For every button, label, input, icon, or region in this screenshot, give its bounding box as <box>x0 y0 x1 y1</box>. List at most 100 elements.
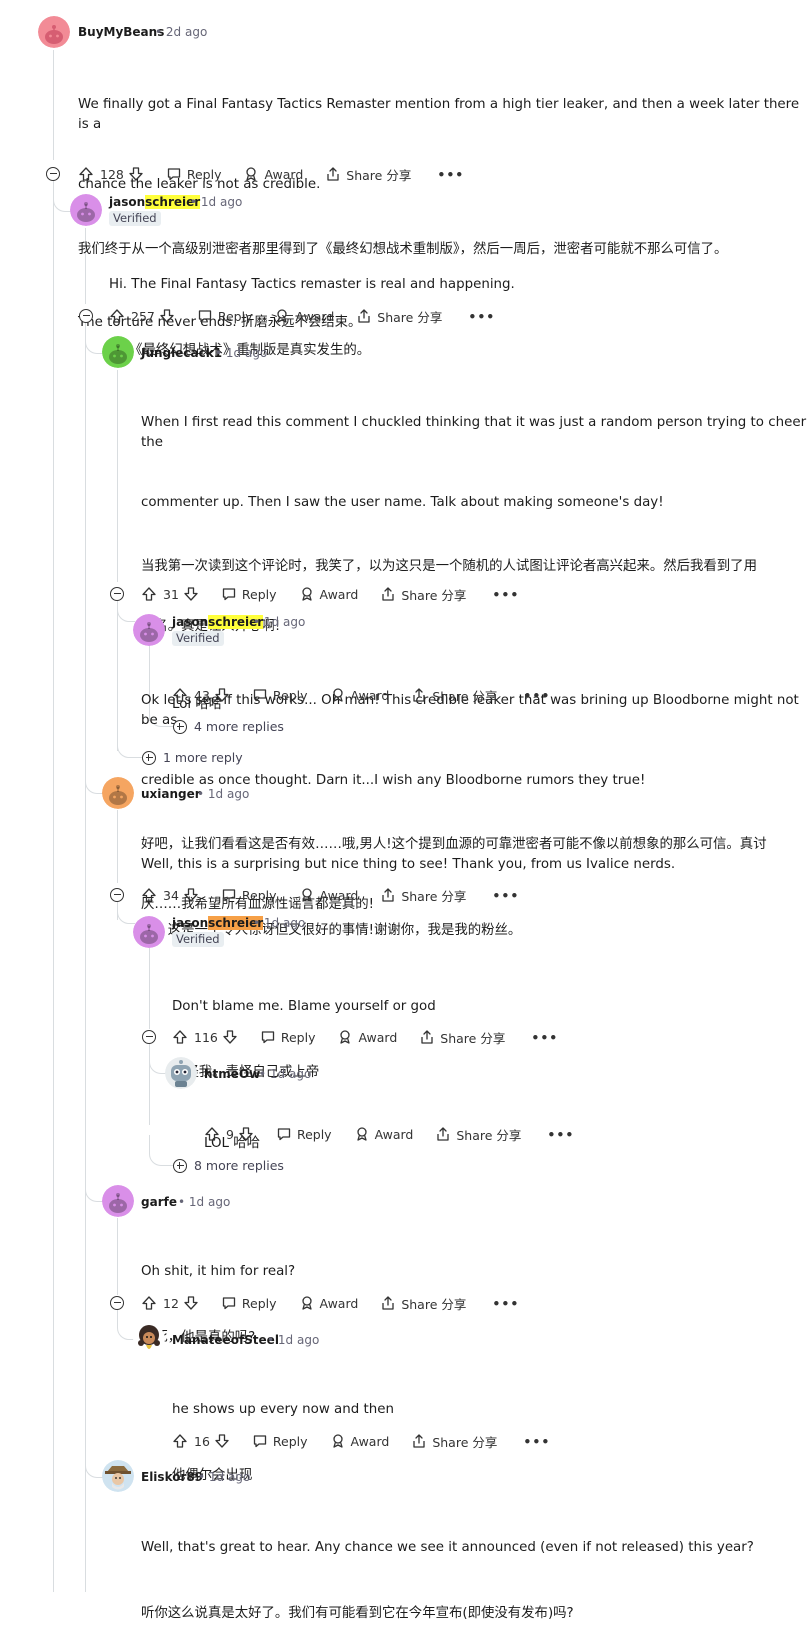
upvote-button[interactable] <box>172 687 188 703</box>
share-button[interactable]: Share 分享 <box>325 165 411 184</box>
share-button[interactable]: Share 分享 <box>380 1294 466 1313</box>
collapse-button[interactable] <box>110 1296 124 1310</box>
more-options-button[interactable]: ••• <box>437 167 464 182</box>
collapse-button[interactable] <box>46 167 60 181</box>
timestamp: • 1d ago <box>267 1333 319 1347</box>
downvote-icon <box>215 1434 229 1448</box>
reply-button[interactable]: Reply <box>252 687 308 703</box>
share-button[interactable]: Share 分享 <box>411 686 497 705</box>
award-button[interactable]: Award <box>243 166 303 182</box>
username[interactable]: BuyMyBeans <box>78 25 164 39</box>
award-button[interactable]: Award <box>299 1295 358 1311</box>
more-options-button[interactable]: ••• <box>492 587 519 602</box>
collapse-button[interactable] <box>110 587 124 601</box>
collapse-button[interactable] <box>79 309 93 323</box>
more-options-button[interactable]: ••• <box>547 1127 574 1142</box>
downvote-button[interactable] <box>214 687 230 703</box>
avatar[interactable] <box>102 1460 134 1492</box>
collapse-button[interactable] <box>142 1030 156 1044</box>
avatar[interactable] <box>133 1323 165 1355</box>
share-icon <box>413 688 425 702</box>
reply-button[interactable]: Reply <box>221 1295 277 1311</box>
upvote-button[interactable] <box>172 1433 188 1449</box>
reply-label: Reply <box>296 1126 332 1142</box>
reply-button[interactable]: Reply <box>166 166 221 182</box>
award-button[interactable]: Award <box>299 586 358 602</box>
avatar[interactable] <box>133 614 165 646</box>
avatar[interactable] <box>133 916 165 948</box>
more-options-button[interactable]: ••• <box>468 309 495 324</box>
share-button[interactable]: Share 分享 <box>435 1125 521 1144</box>
collapse-button[interactable] <box>110 888 124 902</box>
more-replies[interactable]: 8 more replies <box>173 1158 284 1173</box>
downvote-button[interactable] <box>183 887 199 903</box>
more-options-button[interactable]: ••• <box>492 888 519 903</box>
reply-button[interactable]: Reply <box>252 1433 308 1449</box>
upvote-button[interactable] <box>141 586 157 602</box>
score-count: 16 <box>194 1433 210 1449</box>
award-button[interactable]: Award <box>299 887 358 903</box>
upvote-button[interactable] <box>141 887 157 903</box>
more-replies[interactable]: 1 more reply <box>142 750 243 765</box>
avatar[interactable] <box>102 1185 134 1217</box>
username[interactable]: ManateeofSteel <box>172 1333 279 1347</box>
timestamp-text: 2d ago <box>165 25 208 39</box>
share-label: Share 分享 <box>377 309 443 325</box>
username[interactable]: garfe <box>141 1195 177 1209</box>
share-icon <box>358 309 370 323</box>
timestamp: • 1d ago <box>215 346 267 360</box>
award-button[interactable]: Award <box>354 1126 413 1142</box>
reply-icon <box>167 168 181 181</box>
downvote-button[interactable] <box>214 1433 230 1449</box>
upvote-button[interactable] <box>78 166 94 182</box>
username[interactable]: jasonschreier <box>109 195 201 209</box>
avatar[interactable] <box>70 194 102 226</box>
upvote-button[interactable] <box>172 1029 188 1045</box>
username[interactable]: htmeOw <box>204 1067 260 1081</box>
more-options-button[interactable]: ••• <box>531 1030 558 1045</box>
avatar[interactable] <box>38 16 70 48</box>
downvote-button[interactable] <box>183 1295 199 1311</box>
username[interactable]: Eliskor89 <box>141 1470 203 1484</box>
award-button[interactable]: Award <box>337 1029 397 1045</box>
award-button[interactable]: Award <box>274 308 334 324</box>
share-button[interactable]: Share 分享 <box>419 1028 505 1047</box>
separator: • <box>190 195 198 209</box>
award-button[interactable]: Award <box>330 687 389 703</box>
more-options-button[interactable]: ••• <box>523 688 550 703</box>
reply-button[interactable]: Reply <box>276 1126 332 1142</box>
avatar[interactable] <box>102 336 134 368</box>
username[interactable]: jasonschreier <box>172 615 264 629</box>
reply-button[interactable]: Reply <box>221 887 277 903</box>
more-replies[interactable]: 4 more replies <box>173 719 284 734</box>
downvote-button[interactable] <box>183 586 199 602</box>
award-button[interactable]: Award <box>330 1433 389 1449</box>
more-options-button[interactable]: ••• <box>492 1296 519 1311</box>
username[interactable]: uxianger <box>141 787 201 801</box>
timestamp: • 1d ago <box>253 916 305 930</box>
share-button[interactable]: Share 分享 <box>380 585 466 604</box>
upvote-button[interactable] <box>109 308 125 324</box>
reply-button[interactable]: Reply <box>260 1029 315 1045</box>
downvote-button[interactable] <box>128 166 144 182</box>
reply-button[interactable]: Reply <box>197 308 252 324</box>
share-button[interactable]: Share 分享 <box>380 886 466 905</box>
upvote-button[interactable] <box>141 1295 157 1311</box>
timestamp: • 1d ago <box>178 1195 230 1209</box>
upvote-button[interactable] <box>204 1126 220 1142</box>
username[interactable]: jasonschreier <box>172 916 264 930</box>
share-button[interactable]: Share 分享 <box>356 307 442 326</box>
reply-button[interactable]: Reply <box>221 586 277 602</box>
share-button[interactable]: Share 分享 <box>411 1432 497 1451</box>
thread-curve <box>149 1135 175 1166</box>
avatar[interactable] <box>102 777 134 809</box>
downvote-button[interactable] <box>222 1029 238 1045</box>
username[interactable]: Junglecack1 <box>141 346 222 360</box>
downvote-button[interactable] <box>159 308 175 324</box>
more-options-icon: ••• <box>523 687 551 703</box>
timestamp: • 1d ago <box>197 787 249 801</box>
more-options-button[interactable]: ••• <box>523 1434 550 1449</box>
downvote-button[interactable] <box>238 1126 254 1142</box>
timestamp: • 1d ago <box>259 1067 311 1081</box>
avatar[interactable] <box>165 1057 197 1089</box>
